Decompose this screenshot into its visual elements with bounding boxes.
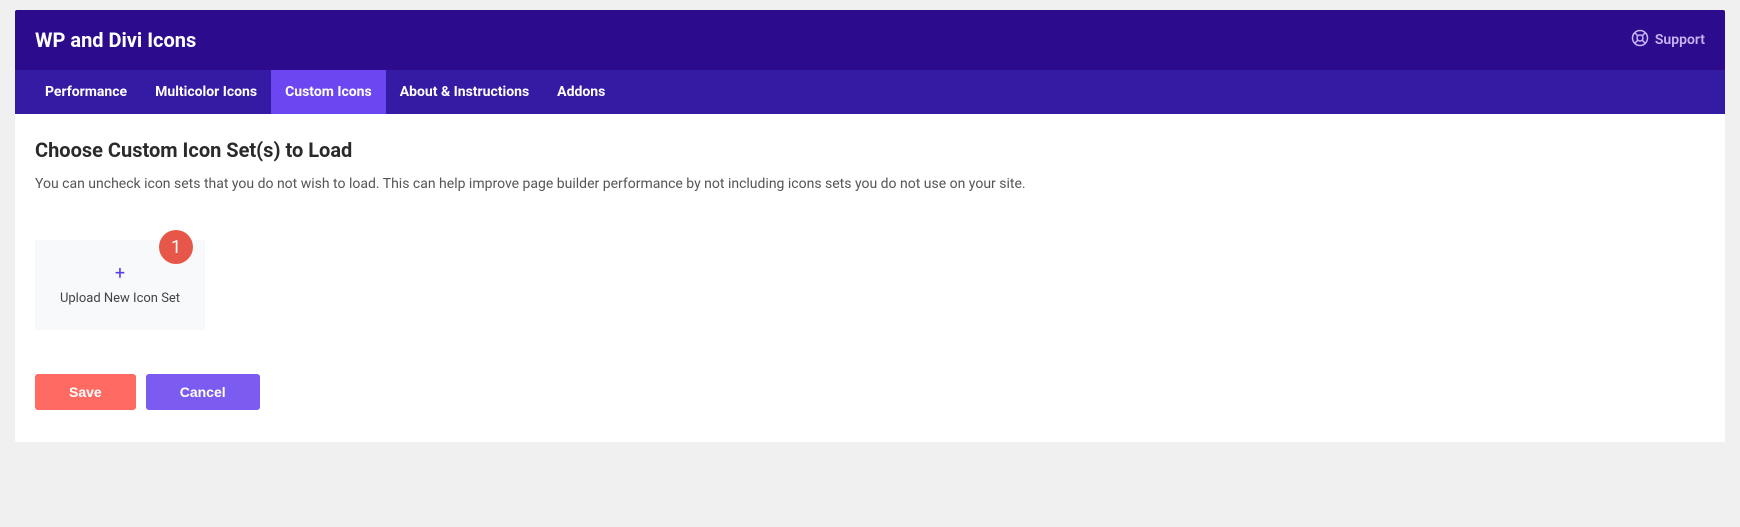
content-area: Choose Custom Icon Set(s) to Load You ca… xyxy=(15,114,1725,442)
upload-label: Upload New Icon Set xyxy=(60,291,180,306)
step-badge: 1 xyxy=(159,230,193,264)
page-header: WP and Divi Icons Support xyxy=(15,10,1725,70)
save-button[interactable]: Save xyxy=(35,374,136,410)
tab-multicolor-icons[interactable]: Multicolor Icons xyxy=(141,70,271,114)
tab-custom-icons[interactable]: Custom Icons xyxy=(271,70,386,114)
support-link[interactable]: Support xyxy=(1631,29,1705,51)
content-title: Choose Custom Icon Set(s) to Load xyxy=(35,138,1705,162)
page-title: WP and Divi Icons xyxy=(35,28,196,52)
upload-new-icon-set-card[interactable]: 1 + Upload New Icon Set xyxy=(35,240,205,330)
support-label: Support xyxy=(1655,32,1705,48)
cancel-button[interactable]: Cancel xyxy=(146,374,260,410)
action-buttons: Save Cancel xyxy=(35,374,1705,410)
tab-addons[interactable]: Addons xyxy=(543,70,619,114)
support-icon xyxy=(1631,29,1649,51)
tabs-nav: Performance Multicolor Icons Custom Icon… xyxy=(15,70,1725,114)
content-description: You can uncheck icon sets that you do no… xyxy=(35,176,1705,192)
tab-performance[interactable]: Performance xyxy=(31,70,141,114)
plus-icon: + xyxy=(115,265,125,283)
tab-about-instructions[interactable]: About & Instructions xyxy=(386,70,543,114)
